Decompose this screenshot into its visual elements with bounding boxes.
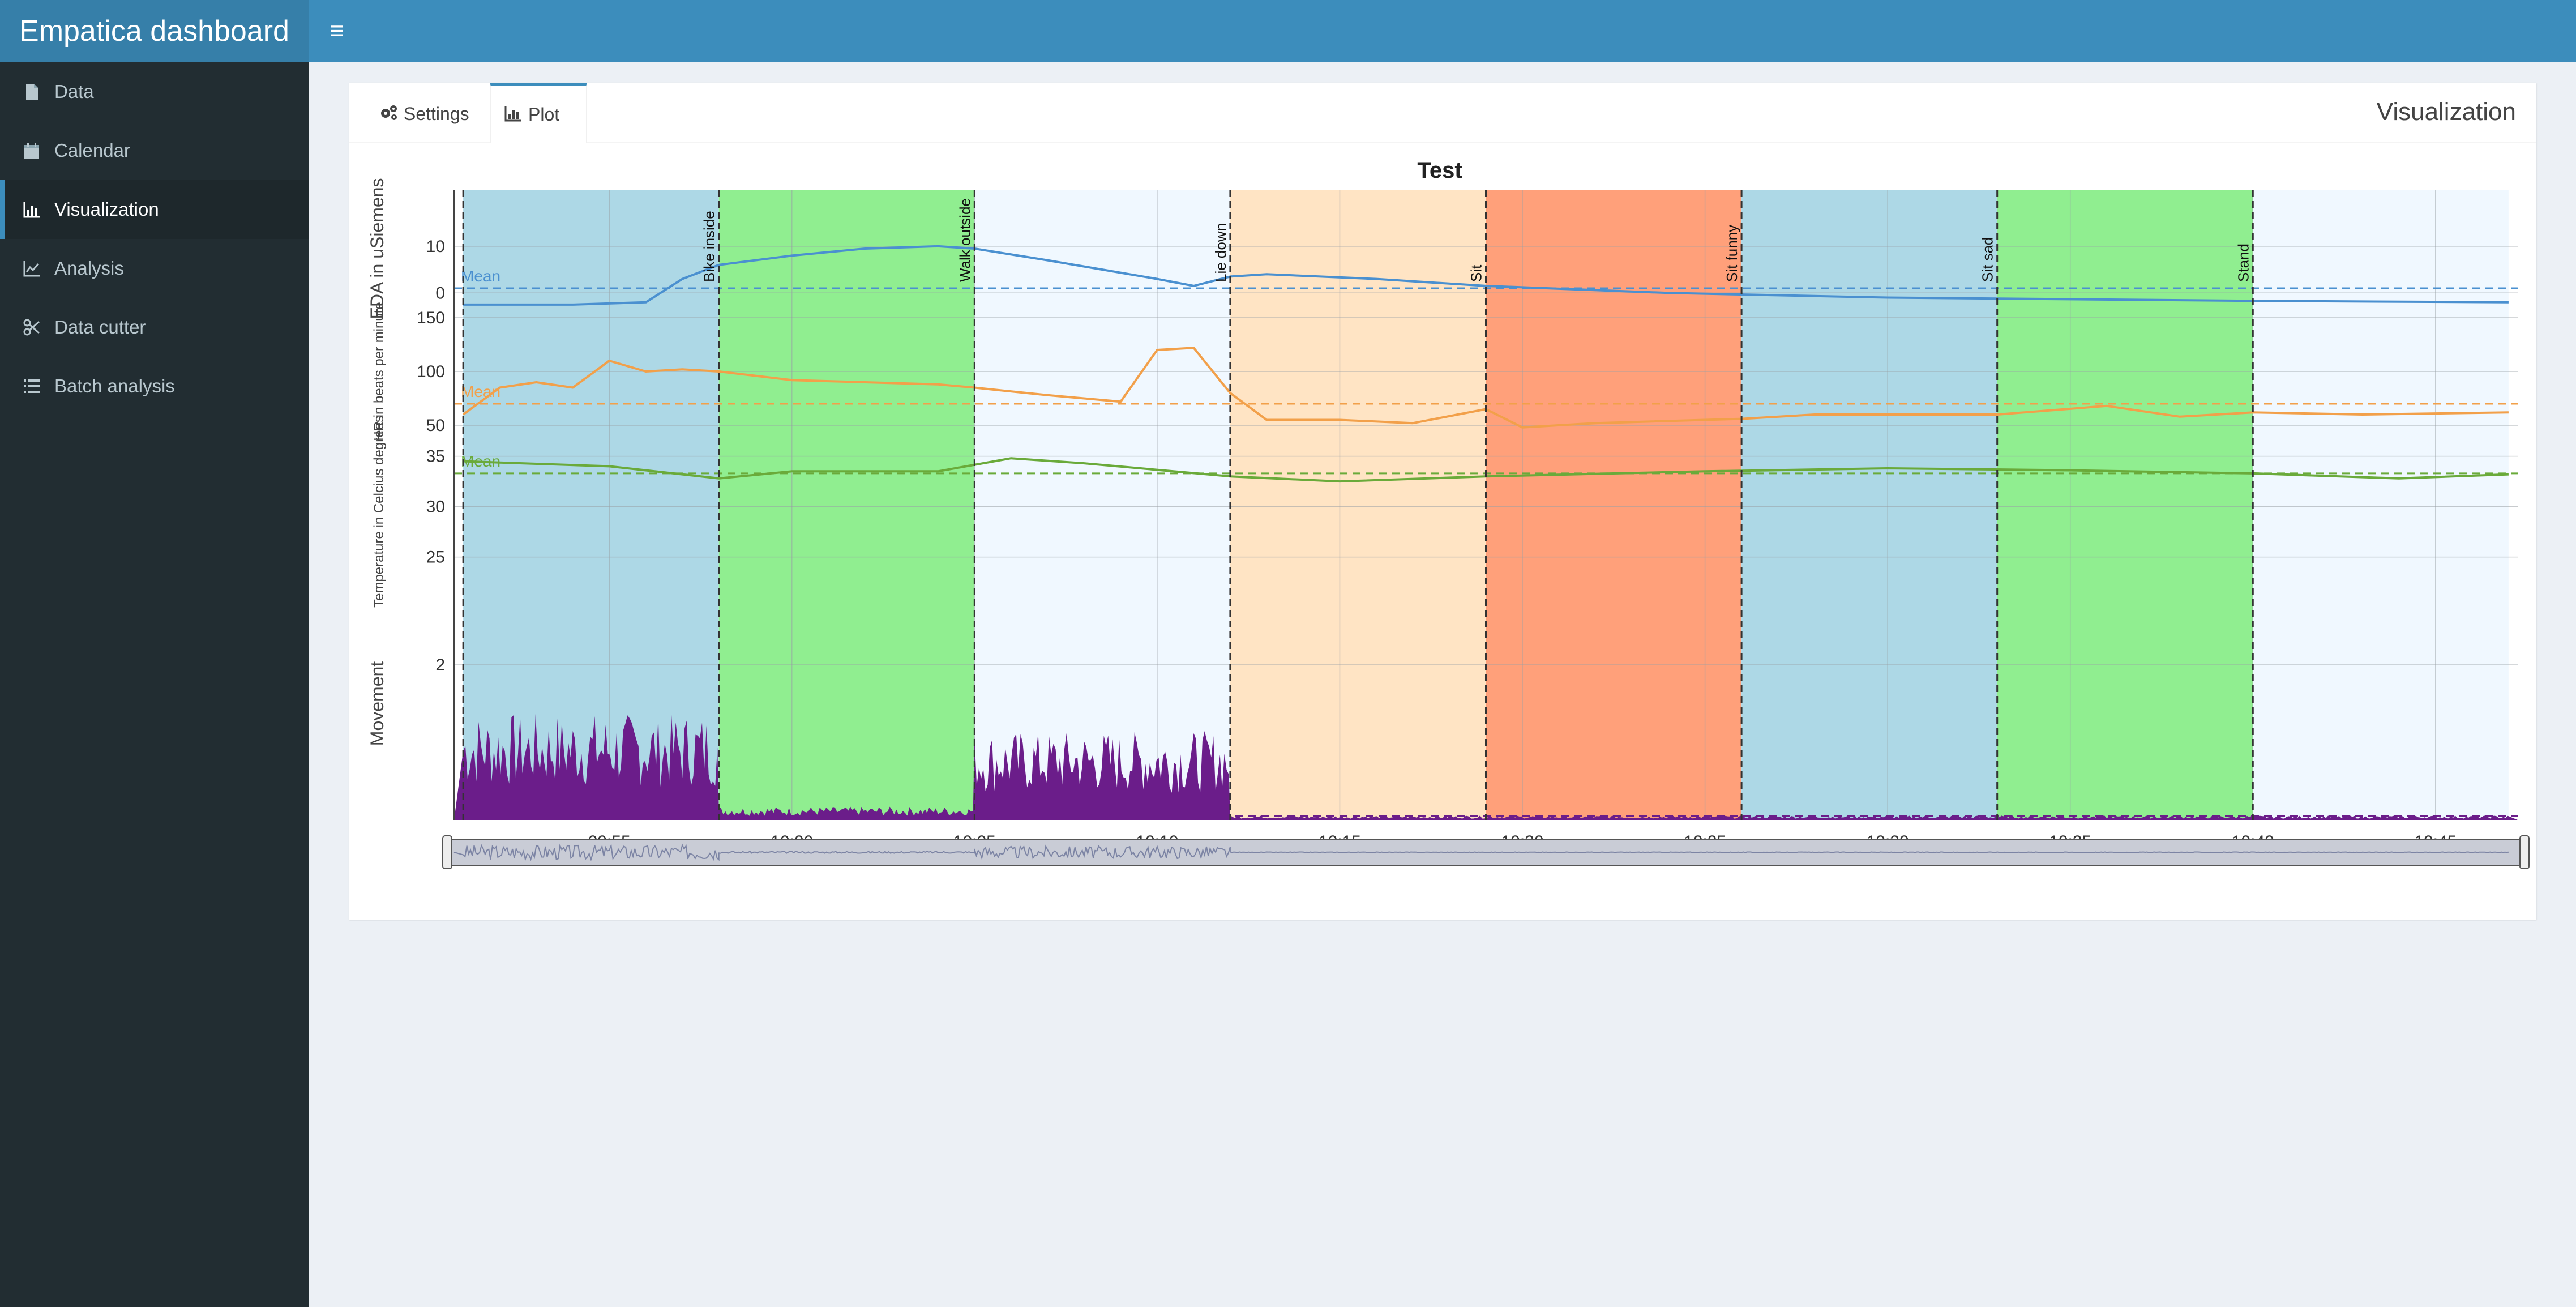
y-tick-label: 0: [435, 284, 445, 302]
sidebar-item-label: Data cutter: [54, 317, 146, 338]
event-band: [463, 190, 719, 820]
event-label: Sit: [1468, 264, 1485, 282]
file-icon: [26, 84, 38, 100]
event-label: Stand: [2235, 244, 2252, 282]
tab-label: Plot: [528, 104, 560, 125]
sidebar-item-visualization[interactable]: Visualization: [0, 180, 309, 239]
y-axis-label: Temperature in Celcius degrees: [371, 416, 387, 608]
sidebar-item-batch-analysis[interactable]: Batch analysis: [0, 357, 309, 416]
sidebar-item-label: Data: [54, 81, 94, 102]
list-icon: [24, 379, 40, 393]
box-title: Visualization: [2376, 98, 2516, 126]
calendar-icon: [24, 143, 39, 159]
bar-chart-icon: [504, 106, 521, 122]
y-tick-label: 2: [435, 656, 445, 674]
bar-chart-icon: [23, 202, 40, 218]
sidebar-toggle-icon[interactable]: ≡: [323, 16, 351, 46]
y-tick-label: 35: [426, 447, 445, 466]
sidebar-item-label: Calendar: [54, 140, 130, 161]
visualization-box: Settings Plot Visualization Test Mean Mea…: [349, 83, 2536, 920]
tab-plot[interactable]: Plot: [490, 83, 587, 143]
sidebar-item-label: Batch analysis: [54, 375, 175, 396]
app-logo[interactable]: Empatica dashboard: [0, 0, 309, 62]
y-tick-label: 100: [417, 362, 445, 381]
event-label: Sit sad: [1979, 237, 1996, 283]
event-band: [718, 190, 975, 820]
scissors-icon: [23, 319, 40, 336]
event-label: Bike inside: [701, 211, 718, 282]
range-slider-right-handle: [2519, 835, 2530, 869]
y-tick-label: 10: [426, 237, 445, 256]
y-axis-label: EDA in uSiemens: [367, 178, 387, 319]
chart-title: Test: [1417, 158, 1462, 183]
event-band: [1486, 190, 1742, 820]
sidebar-item-analysis[interactable]: Analysis: [0, 239, 309, 298]
sidebar-item-data[interactable]: Data: [0, 62, 309, 121]
event-band: [2253, 190, 2509, 820]
tab-bar: Settings Plot Visualization: [349, 83, 2536, 143]
sidebar: Data Calendar Visualization Analysis Dat…: [0, 62, 309, 1307]
y-tick-label: 150: [417, 309, 445, 327]
event-label: Lie down: [1212, 223, 1229, 282]
y-axis-label: Movement: [367, 661, 387, 746]
sidebar-item-calendar[interactable]: Calendar: [0, 121, 309, 180]
y-tick-label: 50: [426, 416, 445, 435]
signal-chart[interactable]: Test MeanMeanMean Bike inside Walk outsid…: [349, 142, 2536, 920]
sidebar-item-label: Analysis: [54, 258, 124, 279]
cogs-icon: [381, 105, 397, 120]
line-chart-icon: [23, 261, 40, 277]
event-band: [1997, 190, 2253, 820]
range-slider-left-handle: [442, 835, 452, 869]
tab-settings[interactable]: Settings: [366, 83, 497, 142]
event-band: [1230, 190, 1486, 820]
top-header: Empatica dashboard ≡: [0, 0, 2576, 62]
event-label: Sit funny: [1723, 225, 1740, 282]
y-tick-label: 25: [426, 548, 445, 567]
mean-label: Mean: [461, 267, 500, 285]
event-band: [1741, 190, 1997, 820]
y-tick-label: 30: [426, 498, 445, 516]
tab-label: Settings: [404, 104, 469, 124]
event-label: Walk outside: [956, 198, 973, 282]
sidebar-item-label: Visualization: [54, 199, 159, 220]
sidebar-item-data-cutter[interactable]: Data cutter: [0, 298, 309, 357]
